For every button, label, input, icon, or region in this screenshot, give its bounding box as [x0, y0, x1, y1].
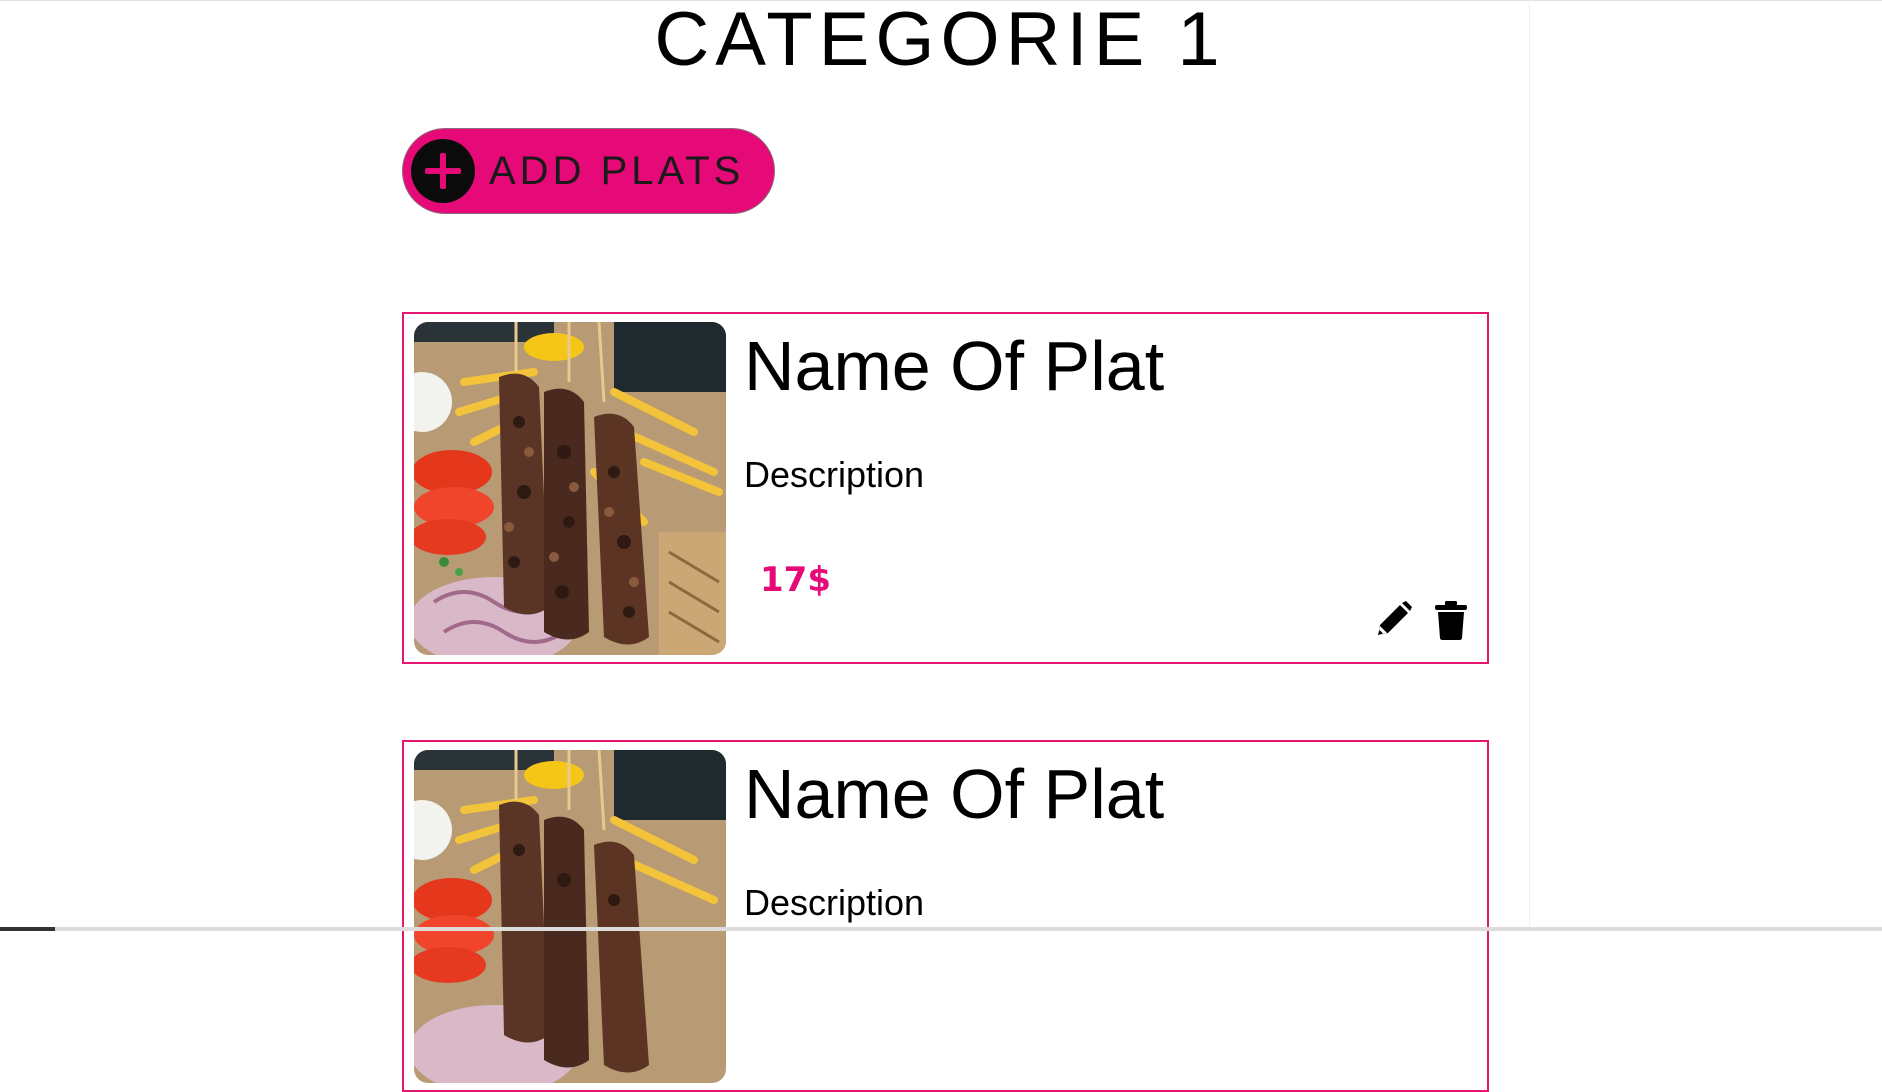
plus-circle-icon	[411, 139, 475, 203]
edit-icon[interactable]	[1374, 599, 1414, 639]
plat-card: Name Of Plat Description 17$	[402, 312, 1489, 664]
plat-price: 17$	[760, 560, 831, 600]
horizontal-scrollbar[interactable]	[0, 927, 1882, 931]
content-divider	[1529, 0, 1530, 931]
plat-card: Name Of Plat Description	[402, 740, 1489, 1092]
plat-image	[414, 750, 726, 1083]
plat-image	[414, 322, 726, 655]
add-plats-label: ADD PLATS	[489, 148, 745, 193]
page-title: CATEGORIE 1	[654, 0, 1226, 82]
scrollbar-thumb[interactable]	[0, 927, 55, 931]
add-plats-button[interactable]: ADD PLATS	[402, 128, 775, 214]
plat-description: Description	[744, 454, 925, 495]
delete-icon[interactable]	[1434, 600, 1468, 640]
plat-name: Name Of Plat	[744, 327, 1165, 405]
plat-description: Description	[744, 882, 925, 923]
plat-name: Name Of Plat	[744, 755, 1165, 833]
